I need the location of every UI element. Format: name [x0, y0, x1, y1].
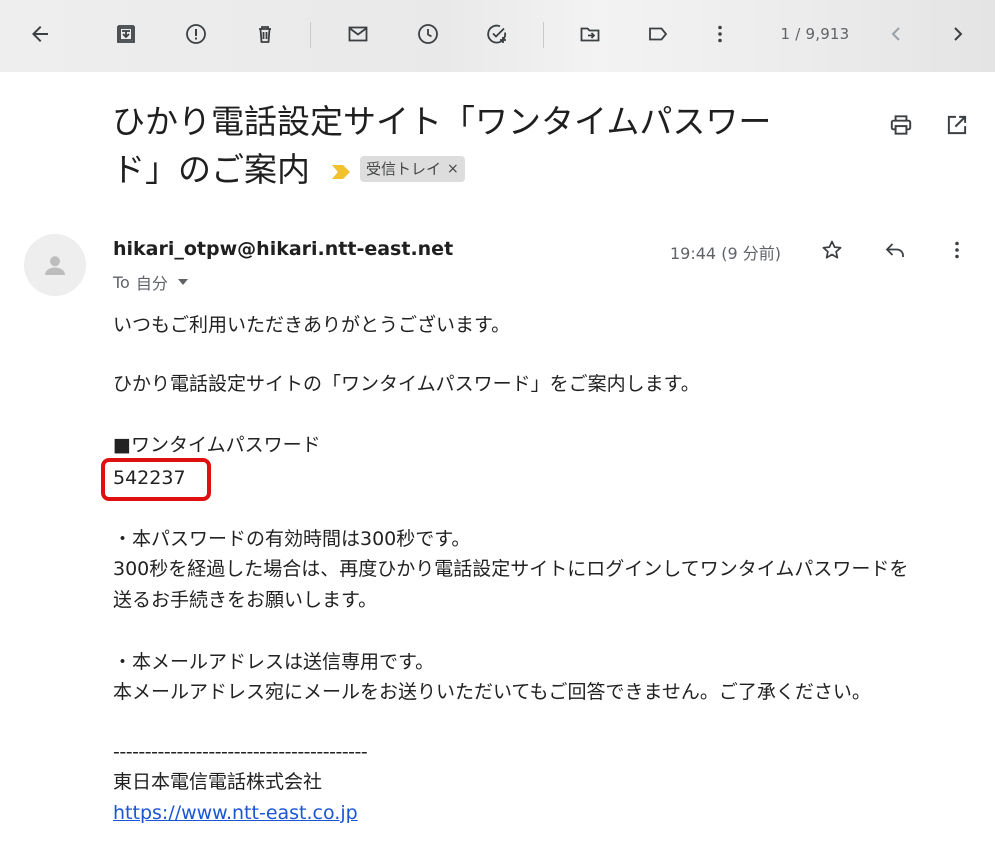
company-url-link[interactable]: https://www.ntt-east.co.jp [113, 802, 358, 824]
labels-button[interactable] [638, 14, 678, 54]
back-button[interactable] [20, 14, 60, 54]
open-in-new-icon [947, 115, 967, 135]
star-icon [822, 240, 842, 259]
otp-value: 542237 [113, 467, 186, 489]
inbox-label-chip[interactable]: 受信トレイ × [360, 155, 465, 182]
clock-icon [418, 24, 438, 44]
recipient-line[interactable]: To 自分 [113, 270, 188, 294]
inbox-label-text: 受信トレイ [366, 159, 442, 178]
note1-line2: 300秒を経過した場合は、再度ひかり電話設定サイトにログインしてワンタイムパスワ… [113, 558, 909, 580]
report-spam-button[interactable] [176, 14, 216, 54]
remove-label-icon[interactable]: × [447, 158, 459, 180]
important-marker-icon[interactable] [332, 164, 350, 179]
email-subject: ひかり電話設定サイト「ワンタイムパスワー ド」のご案内 受信トレイ × [112, 98, 832, 194]
toolbar-divider [310, 22, 311, 48]
pager-count: 1 / 9,913 [780, 25, 850, 43]
add-task-icon [487, 24, 507, 44]
print-icon [890, 115, 912, 135]
sender-email[interactable]: hikari_otpw@hikari.ntt-east.net [113, 238, 453, 260]
report-icon [186, 24, 206, 44]
newer-button[interactable] [876, 14, 916, 54]
chevron-right-icon [954, 27, 963, 41]
mark-unread-button[interactable] [338, 14, 378, 54]
label-icon [649, 27, 668, 41]
company-name: 東日本電信電話株式会社 [113, 771, 323, 793]
chevron-down-icon[interactable] [177, 279, 188, 285]
more-vert-icon [955, 241, 959, 259]
subject-line-2: ド」のご案内 [112, 150, 310, 189]
message-more-button[interactable] [939, 232, 975, 268]
otp-heading: ■ワンタイムパスワード [113, 434, 321, 456]
star-button[interactable] [814, 232, 850, 268]
mail-icon [348, 26, 368, 42]
archive-icon [117, 25, 135, 43]
received-time: 19:44 (9 分前) [670, 244, 781, 263]
chevron-left-icon [891, 27, 900, 41]
more-vert-icon [718, 25, 722, 43]
person-icon [45, 256, 65, 275]
subject-line-1: ひかり電話設定サイト「ワンタイムパスワー [112, 102, 772, 141]
snooze-button[interactable] [408, 14, 448, 54]
note1-line1: ・本パスワードの有効時間は300秒です。 [113, 528, 471, 550]
arrow-left-icon [32, 26, 48, 42]
otp-highlight-box [101, 458, 211, 501]
toolbar-divider [543, 22, 544, 48]
body-greeting: いつもご利用いただきありがとうございます。 [113, 314, 511, 336]
to-prefix: To [113, 272, 130, 292]
delete-button[interactable] [245, 14, 285, 54]
move-to-button[interactable] [570, 14, 610, 54]
note2-line2: 本メールアドレス宛にメールをお送りいただいてもご回答できません。ご了承ください。 [113, 681, 871, 703]
print-button[interactable] [884, 108, 918, 142]
add-task-button[interactable] [477, 14, 517, 54]
more-button[interactable] [700, 14, 740, 54]
message-toolbar: 1 / 9,913 [0, 0, 995, 72]
company-url-wrapper: https://www.ntt-east.co.jp [113, 798, 973, 828]
older-button[interactable] [938, 14, 978, 54]
folder-move-icon [580, 27, 600, 42]
archive-button[interactable] [106, 14, 146, 54]
trash-icon [259, 26, 271, 43]
note2-line1: ・本メールアドレスは送信専用です。 [113, 651, 435, 673]
body-intro: ひかり電話設定サイトの「ワンタイムパスワード」をご案内します。 [113, 373, 700, 395]
note1-line3: 送るお手続きをお願いします。 [113, 589, 378, 611]
reply-button[interactable] [877, 232, 913, 268]
open-new-window-button[interactable] [940, 108, 974, 142]
reply-icon [885, 243, 904, 257]
sender-avatar[interactable] [24, 234, 86, 296]
signature-divider: ---------------------------------------- [113, 741, 368, 763]
to-name: 自分 [135, 274, 168, 293]
